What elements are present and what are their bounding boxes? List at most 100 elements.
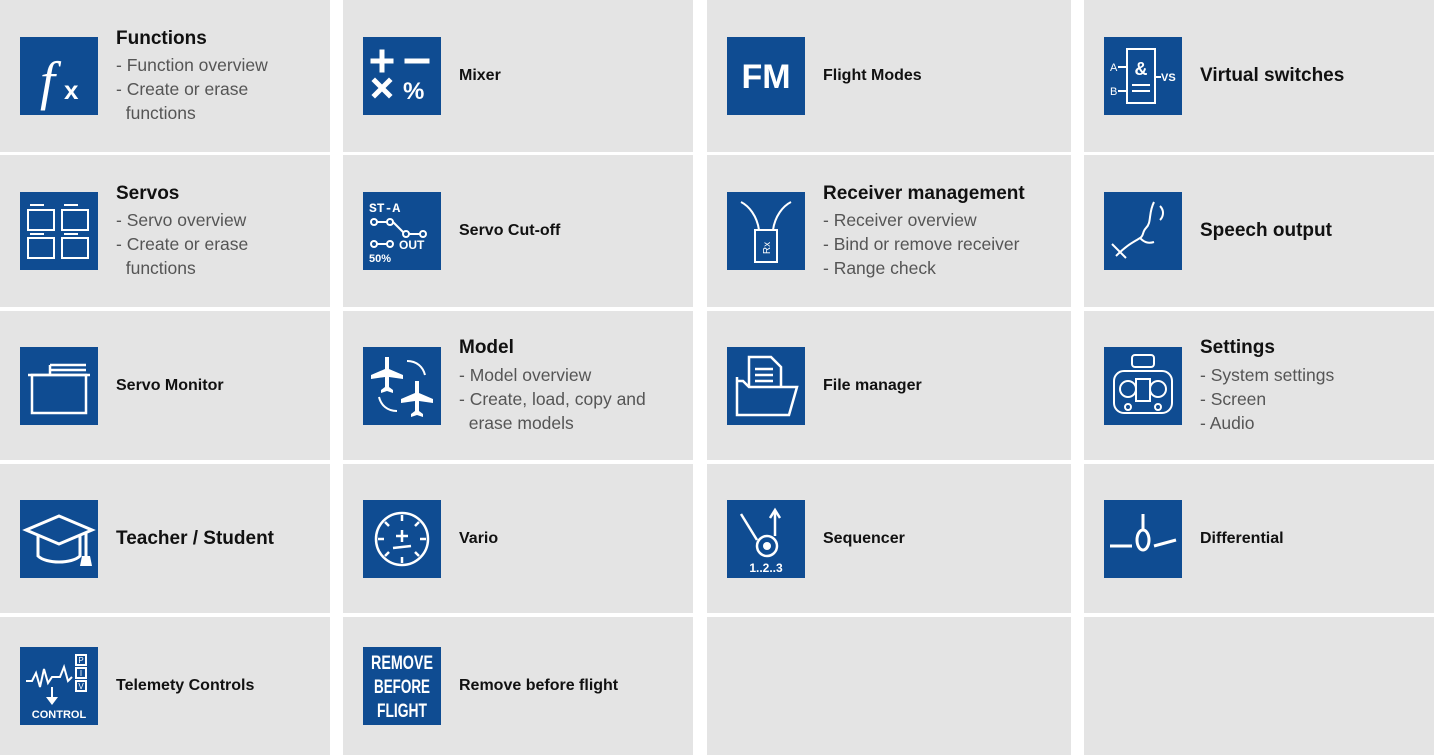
tile-text: Functions - Function overview - Create or … xyxy=(116,27,320,126)
svg-text:x: x xyxy=(64,75,79,105)
tile-title: Flight Modes xyxy=(823,67,922,84)
tile-description: - System settings - Screen - Audio xyxy=(1200,363,1424,435)
svg-text:OUT: OUT xyxy=(399,238,425,252)
tile-flight-modes[interactable]: FM Flight Modes xyxy=(707,0,1071,152)
sequencer-icon: 1..2..3 xyxy=(727,499,805,578)
model-icon xyxy=(363,346,441,425)
tile-teacher-student[interactable]: Teacher / Student xyxy=(0,464,330,613)
tile-title: Functions xyxy=(116,27,207,49)
servo-cutoff-icon: ST-A OUT 50% xyxy=(363,192,441,270)
menu-grid: f x Functions - Function overview - Create o… xyxy=(0,0,1434,755)
svg-text:FLIGHT: FLIGHT xyxy=(377,701,427,722)
tile-title: Servo Monitor xyxy=(116,376,224,394)
description-line: erase models xyxy=(459,412,574,433)
tile-servos[interactable]: Servos - Servo overview - Create or erase … xyxy=(0,155,330,307)
virtual-switches-icon: & A B VS xyxy=(1104,37,1182,115)
tile-sequencer[interactable]: 1..2..3 Sequencer xyxy=(707,464,1071,613)
svg-text:Rx: Rx xyxy=(762,242,773,254)
tile-description: - Receiver overview - Bind or remove rece… xyxy=(823,208,1061,280)
tile-receiver-management[interactable]: Rx Receiver management - Receiver overview… xyxy=(707,155,1071,307)
tile-title: Remove before flight xyxy=(459,677,619,694)
description-line: - Model overview xyxy=(459,364,592,385)
tile-title: Servos xyxy=(116,182,180,204)
svg-text:A: A xyxy=(1110,62,1118,74)
function-fx-icon: fx xyxy=(20,37,98,115)
tile-servo-cut-off[interactable]: ST-A OUT 50% Servo Cut-off xyxy=(343,155,693,307)
tile-text: File manager xyxy=(823,376,1061,396)
description-line: functions xyxy=(116,258,196,279)
svg-text:ST-A: ST-A xyxy=(369,201,400,216)
tile-file-manager[interactable]: File manager xyxy=(707,311,1071,460)
tile-title: Telemety Controls xyxy=(116,677,255,694)
tile-description: - Servo overview - Create or erase functi… xyxy=(116,208,320,280)
tile-title: Model xyxy=(459,337,514,358)
description-line: - Servo overview xyxy=(116,210,247,231)
receiver-icon: Rx xyxy=(727,192,805,270)
svg-text:I: I xyxy=(80,669,82,678)
tile-settings[interactable]: Settings - System settings - Screen - Audio xyxy=(1084,311,1434,460)
tile-title: Sequencer xyxy=(823,529,905,547)
remove-before-flight-icon: REMOVE BEFORE FLIGHT xyxy=(363,647,441,725)
tile-description: - Model overview - Create, load, copy and… xyxy=(459,363,683,435)
tile-title: Receiver management xyxy=(823,182,1025,204)
description-line: - Create or erase xyxy=(116,234,249,255)
tile-model[interactable]: Model - Model overview - Create, load, cop… xyxy=(343,311,693,460)
svg-text:B: B xyxy=(1110,86,1117,98)
tile-text: Telemety Controls xyxy=(116,676,320,696)
servo-monitor-icon xyxy=(20,346,98,425)
tile-text: Settings - System settings - Screen - Audio xyxy=(1200,336,1424,435)
tile-mixer[interactable]: % Mixer xyxy=(343,0,693,152)
servos-icon xyxy=(20,192,98,270)
tile-differential[interactable]: Differential xyxy=(1084,464,1434,613)
svg-text:P: P xyxy=(78,656,83,665)
tile-title: Servo Cut-off xyxy=(459,222,561,239)
svg-text:f: f xyxy=(40,51,62,111)
tile-remove-before-flight[interactable]: REMOVE BEFORE FLIGHT Remove before flight xyxy=(343,617,693,755)
tile-speech-output[interactable]: Speech output xyxy=(1084,155,1434,307)
tile-text: Vario xyxy=(459,529,683,549)
description-line: - Receiver overview xyxy=(823,210,977,231)
description-line: - Function overview xyxy=(116,55,268,76)
tile-text: Servo Cut-off xyxy=(459,221,683,241)
tile-description: - Function overview - Create or erase fun… xyxy=(116,53,320,125)
svg-text:1..2..3: 1..2..3 xyxy=(749,561,783,575)
description-line: - System settings xyxy=(1200,364,1335,385)
svg-text:50%: 50% xyxy=(369,253,391,265)
tile-telemety-controls[interactable]: P I V CONTROL Telemety Controls xyxy=(0,617,330,755)
file-manager-icon xyxy=(727,346,805,425)
description-line: - Range check xyxy=(823,258,936,279)
tile-virtual-switches[interactable]: & A B VS Virtual switches xyxy=(1084,0,1434,152)
svg-text:BEFORE: BEFORE xyxy=(374,677,430,698)
graduation-cap-icon xyxy=(20,499,98,578)
svg-text:%: % xyxy=(403,78,424,105)
differential-icon xyxy=(1104,499,1182,578)
empty-tile xyxy=(707,617,1071,755)
tile-text: Servo Monitor xyxy=(116,376,320,396)
tile-title: Mixer xyxy=(459,67,501,84)
svg-text:CONTROL: CONTROL xyxy=(32,709,87,721)
svg-text:VS: VS xyxy=(1161,72,1176,84)
description-line: - Create, load, copy and xyxy=(459,388,646,409)
flight-modes-icon: FM xyxy=(727,37,805,115)
tile-text: Flight Modes xyxy=(823,66,1061,86)
tile-text: Mixer xyxy=(459,66,683,86)
tile-text: Model - Model overview - Create, load, cop… xyxy=(459,336,683,435)
vario-icon xyxy=(363,499,441,578)
tile-text: Remove before flight xyxy=(459,676,683,696)
telemetry-controls-icon: P I V CONTROL xyxy=(20,647,98,725)
tile-servo-monitor[interactable]: Servo Monitor xyxy=(0,311,330,460)
mixer-icon: % xyxy=(363,37,441,115)
empty-tile xyxy=(1084,617,1434,755)
description-line: functions xyxy=(116,103,196,124)
tile-title: Teacher / Student xyxy=(116,527,275,549)
tile-vario[interactable]: Vario xyxy=(343,464,693,613)
tile-text: Virtual switches xyxy=(1200,64,1424,88)
tile-functions[interactable]: f x Functions - Function overview - Create o… xyxy=(0,0,330,152)
tile-text: Teacher / Student xyxy=(116,527,320,551)
svg-text:REMOVE: REMOVE xyxy=(371,653,433,674)
svg-text:V: V xyxy=(78,682,84,691)
tile-title: Virtual switches xyxy=(1200,65,1345,86)
speech-output-icon xyxy=(1104,192,1182,270)
description-line: - Create or erase xyxy=(116,79,249,100)
settings-transmitter-icon xyxy=(1104,346,1182,425)
